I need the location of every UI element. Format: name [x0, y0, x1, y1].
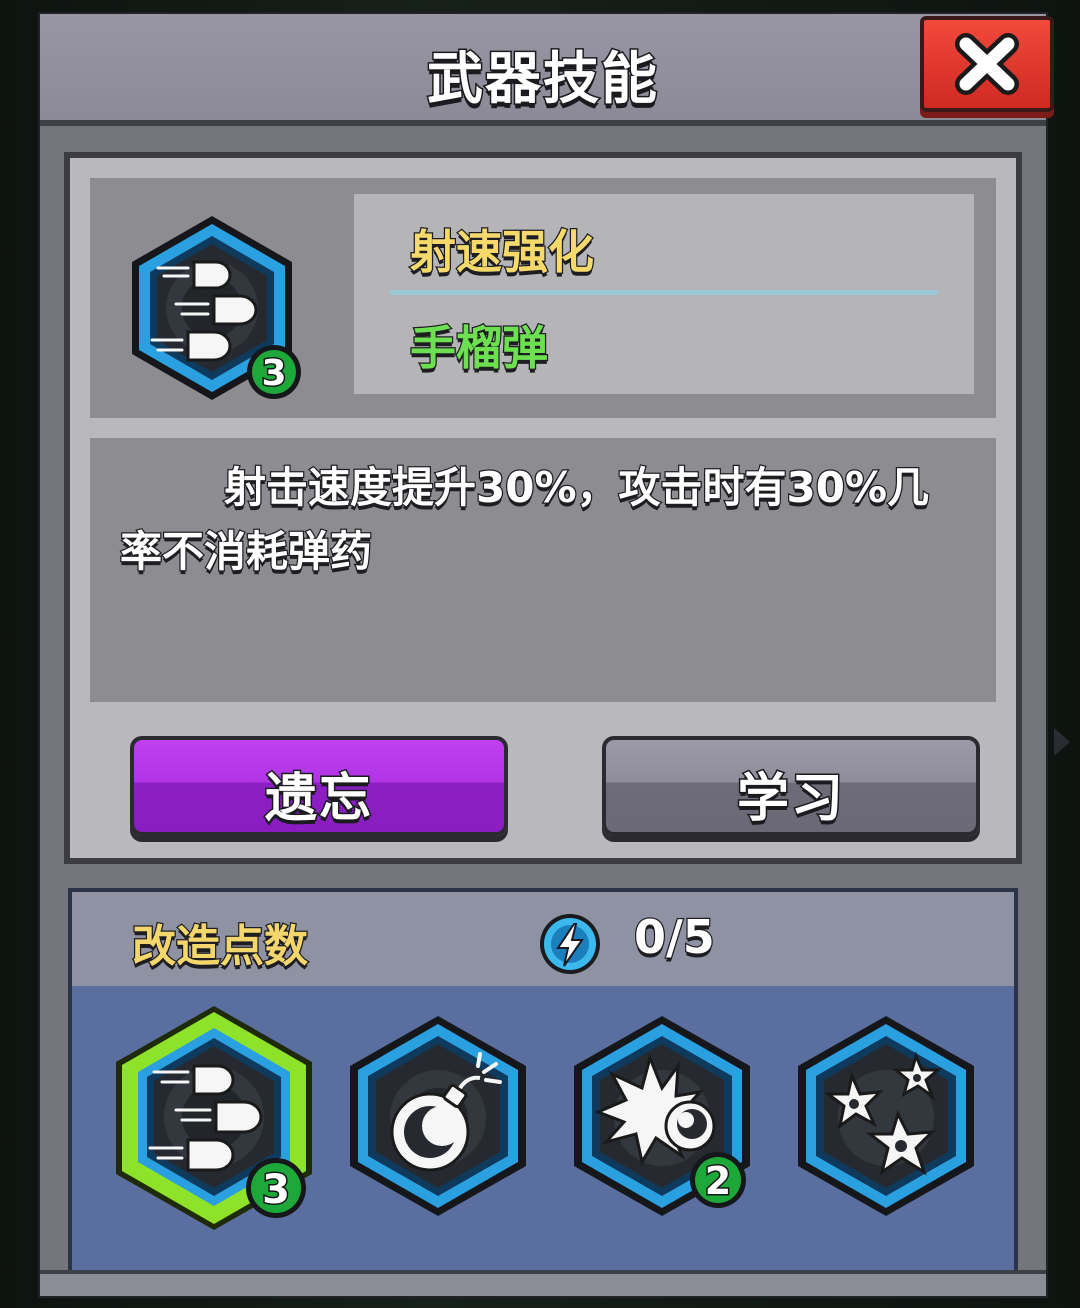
dialog-bottom-strip: [40, 1270, 1046, 1296]
weapon-skill-dialog: 武器技能 3 射速强化 手榴弹 射击速度提升30%，攻击时有30%几率不消耗弹药…: [38, 12, 1054, 1298]
skill-description: 射击速度提升30%，攻击时有30%几率不消耗弹药: [119, 462, 931, 578]
skill-slot-2[interactable]: [346, 1014, 530, 1226]
skill-slot-1[interactable]: 3: [110, 1002, 318, 1242]
name-divider: [390, 290, 938, 295]
modification-header: 改造点数 0/5: [72, 892, 1014, 986]
modification-panel: 改造点数 0/5 3 2: [68, 888, 1018, 1274]
learn-button[interactable]: 学习: [602, 736, 980, 836]
close-x-icon: [955, 33, 1019, 95]
skill-level-badge: 3: [261, 353, 286, 394]
skill-header: 3 射速强化 手榴弹: [90, 178, 996, 418]
skill-name: 射速强化: [409, 224, 596, 281]
weapon-name: 手榴弹: [409, 320, 550, 377]
lightning-energy-icon: [540, 914, 600, 974]
skill-slot-3[interactable]: 2: [570, 1014, 754, 1226]
learn-button-label: 学习: [735, 768, 845, 831]
skill-hex-icon: 3: [132, 216, 301, 400]
close-button[interactable]: [920, 16, 1054, 112]
slot-3-level-badge: 2: [705, 1159, 731, 1203]
forget-button[interactable]: 遗忘: [130, 736, 508, 836]
skill-slot-4[interactable]: [794, 1014, 978, 1226]
modification-points-value: 0/5: [633, 909, 716, 966]
dialog-titlebar: 武器技能: [40, 14, 1046, 126]
skill-description-box: 射击速度提升30%，攻击时有30%几率不消耗弹药: [90, 438, 996, 702]
skill-detail-panel: 3 射速强化 手榴弹 射击速度提升30%，攻击时有30%几率不消耗弹药 遗忘 学…: [64, 152, 1022, 864]
side-scroll-arrow-icon: [1054, 728, 1070, 756]
dialog-title: 武器技能: [426, 46, 659, 114]
forget-button-label: 遗忘: [263, 768, 373, 831]
modification-label: 改造点数: [131, 920, 310, 974]
slot-1-level-badge: 3: [262, 1167, 290, 1213]
skill-name-box: 射速强化 手榴弹: [354, 194, 974, 394]
